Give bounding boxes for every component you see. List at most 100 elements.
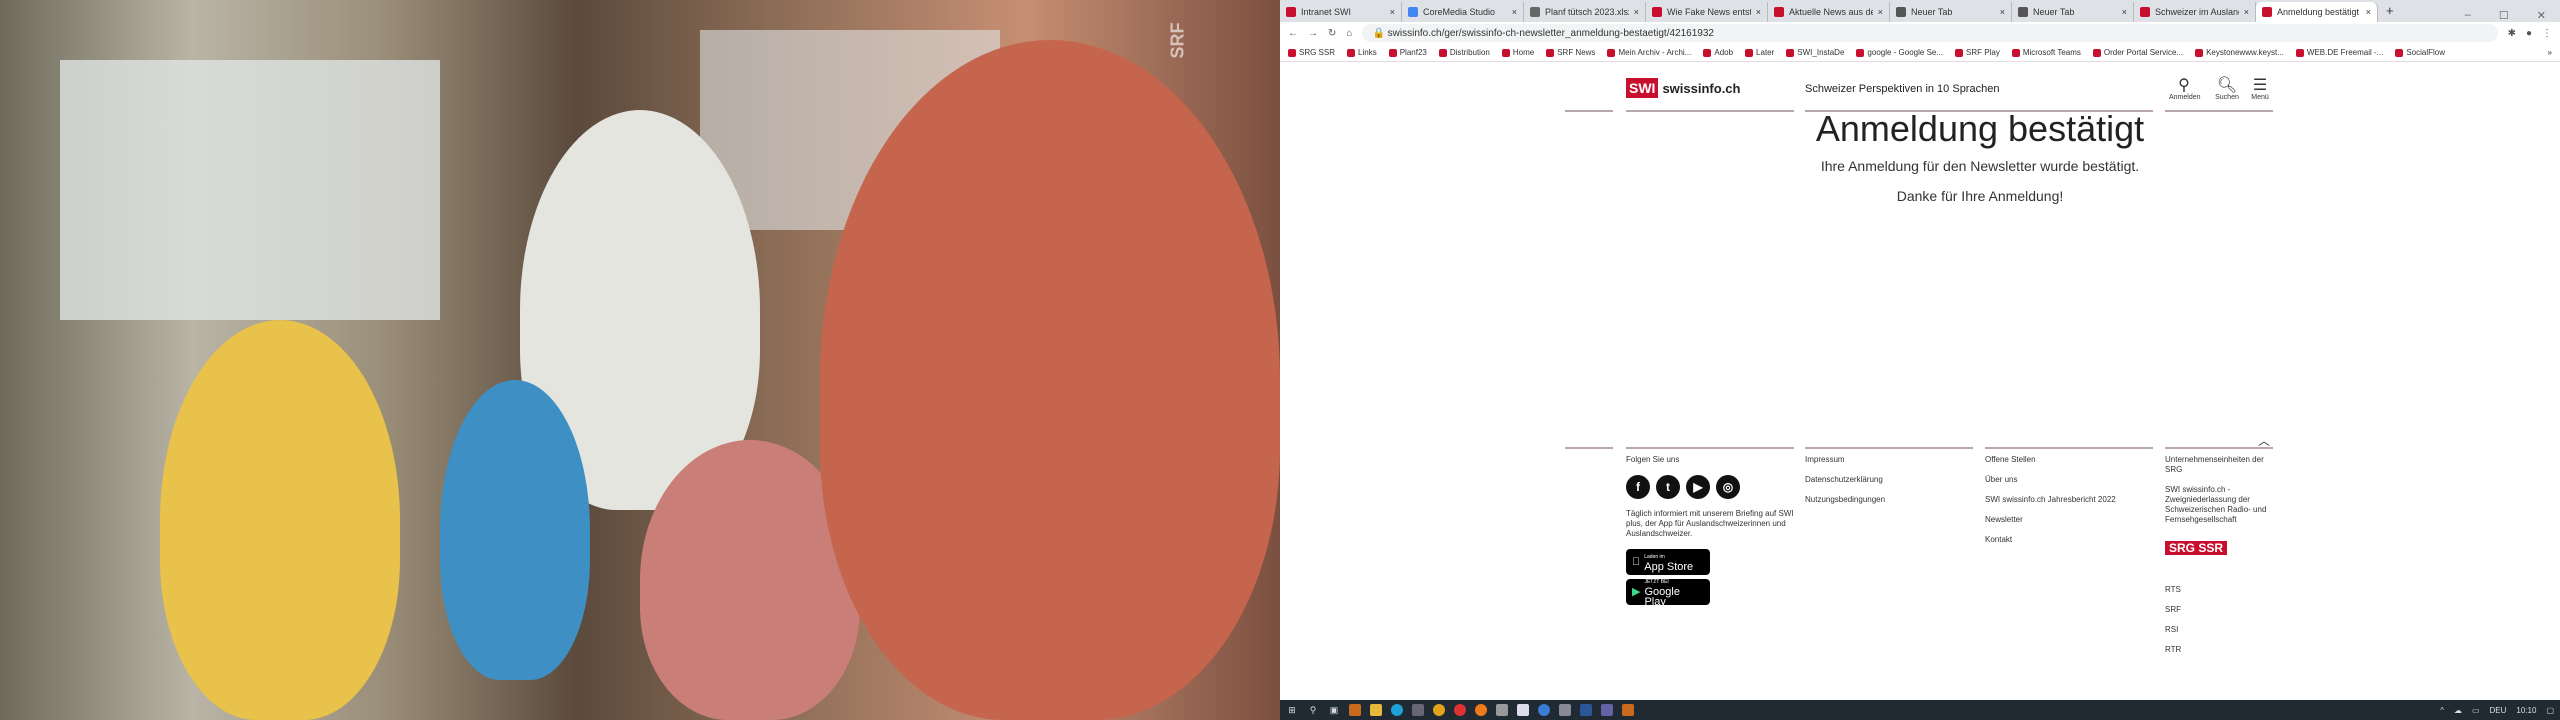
tab[interactable]: CoreMedia Studio ×: [1402, 2, 1524, 22]
bookmark[interactable]: SRG SSR: [1288, 48, 1335, 57]
bookmark-icon: [1438, 48, 1447, 57]
teams-icon[interactable]: [1601, 704, 1613, 716]
footer-link[interactable]: Datenschutzerklärung: [1805, 475, 1975, 485]
thanks-message: Danke für Ihre Anmeldung!: [1896, 188, 2064, 204]
home-icon[interactable]: ⌂: [1346, 28, 1352, 39]
bookmark[interactable]: Later: [1745, 48, 1774, 57]
tab[interactable]: Aktuelle News aus de ×: [1768, 2, 1890, 22]
bookmark-icon: [1745, 48, 1754, 57]
bookmark[interactable]: SRF Play: [1955, 48, 2000, 57]
footer-link[interactable]: Newsletter: [1985, 515, 2155, 525]
back-icon[interactable]: ←: [1288, 28, 1298, 39]
app-store-button[interactable]: Laden imApp Store: [1626, 549, 1710, 575]
unit-link[interactable]: RSI: [2165, 625, 2275, 635]
child-left: [160, 320, 400, 720]
bookmark[interactable]: Order Portal Service...: [2092, 48, 2183, 57]
tab[interactable]: Planf tütsch 2023.xlsx ×: [1524, 2, 1646, 22]
facebook-icon[interactable]: f: [1626, 475, 1650, 499]
search-icon[interactable]: ⚲: [1307, 704, 1319, 716]
footer-link[interactable]: Impressum: [1805, 455, 1975, 465]
firefox-icon[interactable]: [1475, 704, 1487, 716]
footer-link[interactable]: Kontakt: [1985, 535, 2155, 545]
task-view-icon[interactable]: ▣: [1328, 704, 1340, 716]
bookmark[interactable]: SRF News: [1546, 48, 1595, 57]
explorer-icon[interactable]: [1370, 704, 1382, 716]
bookmark[interactable]: Links: [1347, 48, 1377, 57]
extensions-icon[interactable]: ✱: [2508, 28, 2516, 39]
bookmark[interactable]: google - Google Se...: [1856, 48, 1943, 57]
tab[interactable]: Neuer Tab ×: [1890, 2, 2012, 22]
bookmark-icon: [2295, 48, 2304, 57]
edge-icon[interactable]: [1391, 704, 1403, 716]
instagram-icon[interactable]: ◎: [1716, 475, 1740, 499]
start-icon[interactable]: ⊞: [1286, 704, 1298, 716]
menu-button[interactable]: ☰ Menü: [2245, 78, 2275, 102]
bookmark[interactable]: Microsoft Teams: [2011, 48, 2081, 57]
twitter-icon[interactable]: t: [1656, 475, 1680, 499]
tray-chevron-icon[interactable]: ^: [2440, 706, 2444, 715]
network-icon[interactable]: ▭: [2472, 706, 2480, 715]
footer-link[interactable]: Über uns: [1985, 475, 2155, 485]
more-bookmarks-button[interactable]: »: [2548, 48, 2552, 57]
bookmark[interactable]: Distribution: [1438, 48, 1490, 57]
swissinfo-logo[interactable]: SWI swissinfo.ch: [1626, 78, 1740, 98]
bookmark-icon: [2011, 48, 2020, 57]
unit-link[interactable]: RTS: [2165, 585, 2275, 595]
taskbar: ⊞ ⚲ ▣ ^ ☁ ▭ DEU 10:10 ▢: [1280, 700, 2560, 720]
language-indicator[interactable]: DEU: [2490, 706, 2507, 715]
bookmark[interactable]: Home: [1501, 48, 1534, 57]
reload-icon[interactable]: ↻: [1328, 28, 1336, 39]
google-play-button[interactable]: ▶ JETZT BEI Google Play: [1626, 579, 1710, 608]
url-input[interactable]: 🔒 swissinfo.ch/ger/swissinfo-ch-newslett…: [1362, 24, 2498, 42]
profile-icon[interactable]: ●: [2526, 28, 2532, 39]
outlook-icon[interactable]: [1349, 704, 1361, 716]
login-button[interactable]: ⚲ Anmelden: [2169, 78, 2201, 102]
footer-link[interactable]: Offene Stellen: [1985, 455, 2155, 465]
app-icon[interactable]: [1454, 704, 1466, 716]
tab[interactable]: Neuer Tab ×: [2012, 2, 2134, 22]
tab[interactable]: Schweizer im Ausland ×: [2134, 2, 2256, 22]
search-button[interactable]: 🔍︎ Suchen: [2212, 78, 2242, 102]
onedrive-icon[interactable]: ☁: [2454, 706, 2462, 715]
app-icon[interactable]: [1496, 704, 1508, 716]
lock-icon: 🔒: [1372, 27, 1388, 39]
bookmark[interactable]: Planf23: [1388, 48, 1427, 57]
forward-icon[interactable]: →: [1308, 28, 1318, 39]
close-icon[interactable]: ✕: [2537, 9, 2546, 22]
chrome-icon[interactable]: [1433, 704, 1445, 716]
more-icon[interactable]: ⋮: [2542, 28, 2552, 39]
youtube-icon[interactable]: ▶: [1686, 475, 1710, 499]
app-icon[interactable]: [1517, 704, 1529, 716]
unit-link[interactable]: RTR: [2165, 645, 2275, 655]
app-icon[interactable]: [1559, 704, 1571, 716]
confirmation-message: Ihre Anmeldung für den Newsletter wurde …: [1820, 158, 2140, 174]
unit-link[interactable]: SRF: [2165, 605, 2275, 615]
bookmark[interactable]: SWI_InstaDe: [1786, 48, 1844, 57]
bookmark[interactable]: SocialFlow: [2395, 48, 2445, 57]
footer-link[interactable]: Nutzungsbedingungen: [1805, 495, 1975, 505]
tab[interactable]: Intranet SWI ×: [1280, 2, 1402, 22]
clock[interactable]: 10:10: [2516, 706, 2536, 715]
bookmark[interactable]: WEB.DE Freemail -...: [2295, 48, 2383, 57]
page-title: Anmeldung bestätigt: [1815, 108, 2145, 149]
maximize-icon[interactable]: ☐: [2499, 9, 2509, 22]
bookmark[interactable]: Mein Archiv - Archi...: [1607, 48, 1691, 57]
tab-active[interactable]: Anmeldung bestätigt ×: [2256, 2, 2378, 22]
scroll-to-top-icon[interactable]: ︿: [2258, 432, 2270, 449]
tab[interactable]: Wie Fake News entst ×: [1646, 2, 1768, 22]
new-tab-button[interactable]: +: [2378, 3, 2402, 22]
skype-icon[interactable]: [1622, 704, 1634, 716]
minimize-icon[interactable]: –: [2465, 9, 2471, 22]
footer-units: Unternehmenseinheiten der SRG SWI swissi…: [2165, 455, 2275, 665]
app-icon[interactable]: [1538, 704, 1550, 716]
footer-link[interactable]: SWI swissinfo.ch Jahresbericht 2022: [1985, 495, 2155, 505]
app-icon[interactable]: [1412, 704, 1424, 716]
tagline: Schweizer Perspektiven in 10 Sprachen: [1805, 83, 2000, 95]
bookmark[interactable]: Adob: [1703, 48, 1733, 57]
notifications-icon[interactable]: ▢: [2546, 706, 2554, 715]
word-icon[interactable]: [1580, 704, 1592, 716]
bookmark-icon: [1955, 48, 1964, 57]
briefing-text: Täglich informiert mit unserem Briefing …: [1626, 509, 1794, 538]
srg-ssr-logo[interactable]: SRG SSR: [2165, 541, 2228, 555]
bookmark[interactable]: Keystonewww.keyst...: [2195, 48, 2284, 57]
